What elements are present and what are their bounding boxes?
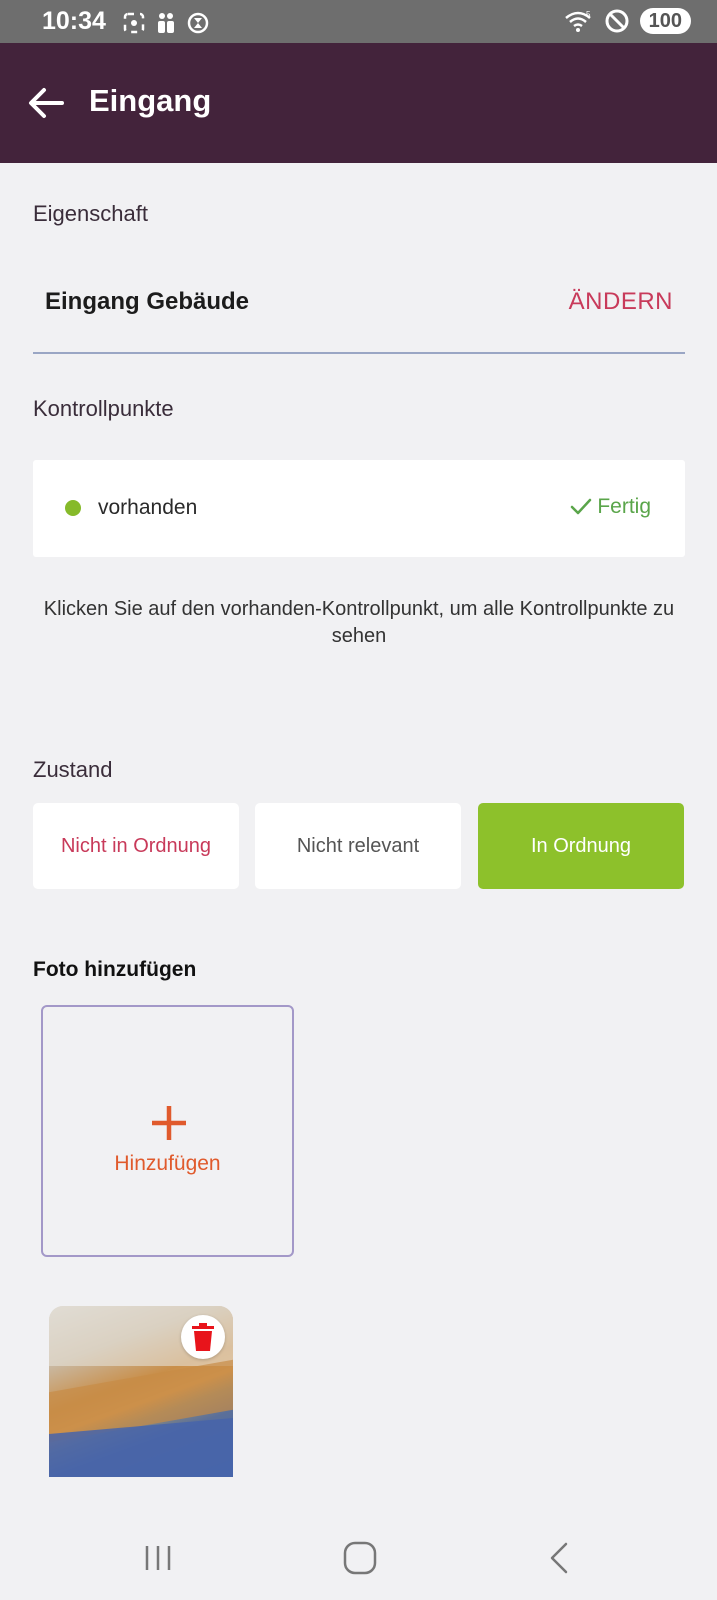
- battery-indicator: 100: [639, 8, 691, 34]
- change-button[interactable]: ÄNDERN: [569, 288, 673, 316]
- property-row: Eingang Gebäude ÄNDERN: [33, 262, 685, 354]
- status-bar: 10:34 5 100: [0, 0, 717, 43]
- people-icon: [158, 13, 174, 33]
- timer-icon: [187, 12, 209, 34]
- add-photo-label: Hinzufügen: [114, 1152, 221, 1175]
- checkpoint-label: vorhanden: [98, 496, 198, 519]
- checkpoints-section-label: Kontrollpunkte: [33, 396, 174, 421]
- arrow-back-icon: [29, 88, 64, 118]
- condition-section-label: Zustand: [33, 757, 113, 782]
- app-bar: Eingang: [0, 43, 717, 163]
- checkpoint-status: Fertig: [569, 495, 651, 519]
- page-title: Eingang: [89, 83, 212, 118]
- do-not-disturb-icon: [605, 9, 629, 33]
- svg-text:5: 5: [586, 10, 591, 19]
- delete-photo-button[interactable]: [181, 1315, 225, 1359]
- system-nav-bar: [0, 1510, 717, 1600]
- status-time: 10:34: [42, 7, 106, 35]
- status-dot: [65, 500, 81, 516]
- state-not-ok-button[interactable]: Nicht in Ordnung: [33, 803, 239, 889]
- screenshot-icon: [123, 12, 145, 34]
- recent-apps-icon[interactable]: [139, 1540, 179, 1576]
- add-photo-button[interactable]: Hinzufügen: [41, 1005, 294, 1257]
- plus-icon: [152, 1106, 186, 1140]
- state-not-relevant-button[interactable]: Nicht relevant: [255, 803, 461, 889]
- trash-icon: [192, 1323, 214, 1351]
- back-button[interactable]: [26, 83, 66, 123]
- wifi-icon: 5: [564, 10, 591, 32]
- checkpoint-status-text: Fertig: [597, 495, 651, 518]
- check-icon: [571, 498, 592, 515]
- checkpoint-hint: Klicken Sie auf den vorhanden-Kontrollpu…: [43, 598, 675, 647]
- property-section-label: Eigenschaft: [33, 201, 148, 226]
- state-ok-button[interactable]: In Ordnung: [478, 803, 684, 889]
- status-left-icons: [122, 11, 210, 35]
- property-value: Eingang Gebäude: [45, 288, 250, 315]
- back-nav-icon[interactable]: [540, 1540, 580, 1576]
- home-icon[interactable]: [340, 1540, 380, 1576]
- photo-section-label: Foto hinzufügen: [33, 958, 197, 981]
- checkpoint-item[interactable]: vorhanden Fertig: [33, 460, 685, 557]
- status-right-icons: 5 100: [564, 8, 691, 34]
